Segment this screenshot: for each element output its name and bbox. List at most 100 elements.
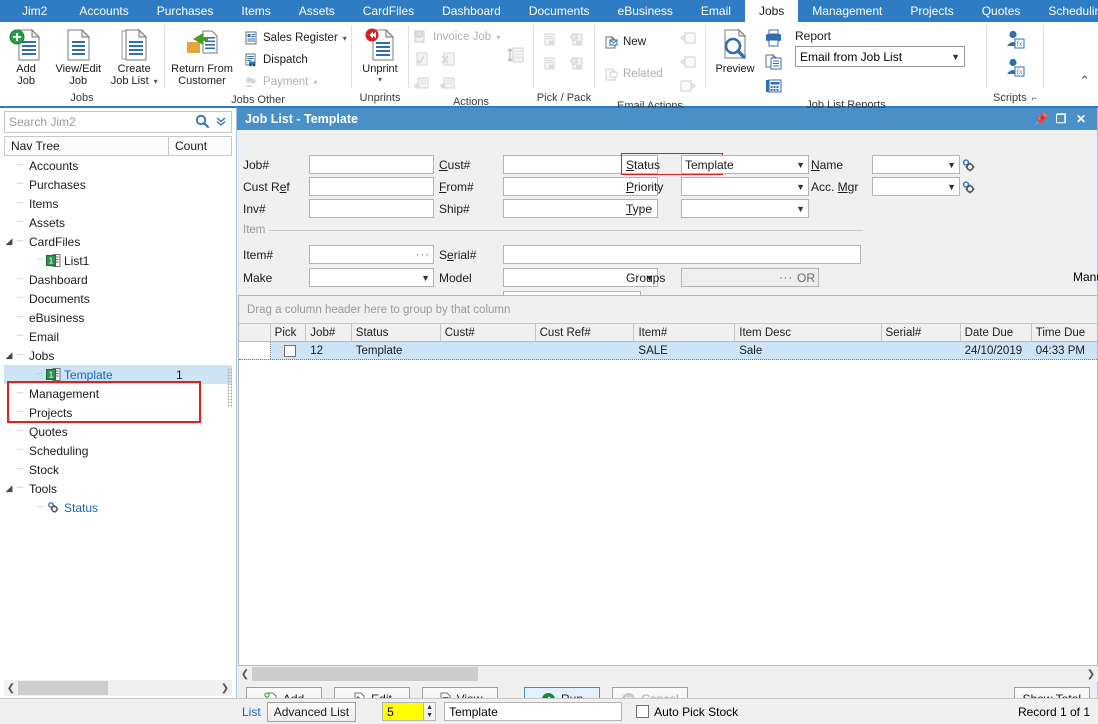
script-user-2-icon[interactable]: fx [1002, 54, 1028, 82]
name-settings-gear-icon[interactable] [960, 158, 976, 172]
report-select[interactable]: Email from Job List ▼ [795, 46, 965, 67]
create-job-list-button[interactable]: Create Job List▾ [104, 25, 164, 88]
script-user-1-icon[interactable]: fx [1002, 26, 1028, 54]
grid-col-cust-no[interactable]: Cust# [441, 324, 536, 341]
advanced-list-button[interactable]: Advanced List [267, 702, 356, 722]
search-box[interactable]: Search Jim2 [4, 111, 232, 133]
input-item-no[interactable]: ··· [309, 245, 434, 264]
scroll-thumb[interactable] [18, 681, 108, 695]
unprint-button[interactable]: Unprint ▾ [352, 25, 408, 84]
close-icon[interactable]: ✕ [1071, 112, 1091, 126]
sidebar-item-email[interactable]: ┄Email [4, 327, 232, 346]
sidebar-item-items[interactable]: ┄Items [4, 194, 232, 213]
tab-jobs[interactable]: Jobs [745, 0, 798, 22]
return-from-customer-button[interactable]: Return From Customer [165, 25, 239, 87]
chevron-down-icon[interactable]: ▼ [943, 160, 956, 170]
expander-collapse-icon[interactable]: ◢ [4, 484, 14, 494]
grid-col-date-due[interactable]: Date Due [961, 324, 1032, 341]
nav-horizontal-scrollbar[interactable]: ❮ ❯ [4, 680, 232, 696]
grid-col-item-no[interactable]: Item# [634, 324, 735, 341]
checkbox-row-service[interactable]: Service [1037, 247, 1098, 261]
sidebar-item-template[interactable]: ┄1Template1 [4, 365, 232, 384]
scroll-left-icon[interactable]: ❮ [238, 669, 252, 680]
chevron-down-icon[interactable]: ▾ [154, 77, 158, 86]
sidebar-item-projects[interactable]: ┄Projects [4, 403, 232, 422]
select-priority[interactable]: ▼ [681, 177, 809, 196]
status-list-link[interactable]: List [236, 705, 267, 719]
tab-assets[interactable]: Assets [285, 0, 349, 22]
tab-scheduling[interactable]: Scheduling [1034, 0, 1098, 22]
sidebar-item-jobs[interactable]: ◢┄Jobs [4, 346, 232, 365]
ribbon-collapse-icon[interactable]: ⌃ [1079, 73, 1090, 91]
input-inv-no[interactable] [309, 199, 434, 218]
grid-cell-pick[interactable] [271, 342, 307, 359]
checkbox-row-manufacturing[interactable]: Manufacturing [1017, 270, 1098, 284]
table-row[interactable]: 12 Template SALE Sale 24/10/2019 04:33 P… [239, 342, 1097, 360]
sidebar-item-assets[interactable]: ┄Assets [4, 213, 232, 232]
view-edit-job-button[interactable]: View/Edit Job [52, 25, 104, 87]
chevron-down-icon[interactable]: ▾ [343, 34, 347, 43]
tab-items[interactable]: Items [227, 0, 284, 22]
sidebar-item-accounts[interactable]: ┄Accounts [4, 156, 232, 175]
auto-pick-stock-checkbox[interactable] [636, 705, 649, 718]
tab-management[interactable]: Management [798, 0, 896, 22]
grid-col-pick[interactable]: Pick [271, 324, 307, 341]
tab-accounts[interactable]: Accounts [65, 0, 142, 22]
email-new-button[interactable]: New [599, 31, 666, 53]
count-stepper[interactable]: ▲▼ [424, 702, 436, 721]
grid-col-job-no[interactable]: Job# [306, 324, 352, 341]
print-preview-icon[interactable] [760, 50, 786, 74]
print-icon[interactable] [760, 26, 786, 50]
input-cust-ref[interactable] [309, 177, 434, 196]
expander-collapse-icon[interactable]: ◢ [4, 351, 14, 361]
tab-projects[interactable]: Projects [896, 0, 967, 22]
sidebar-item-list1[interactable]: ┄1List1 [4, 251, 232, 270]
acc-mgr-settings-gear-icon[interactable] [960, 180, 976, 194]
scroll-track[interactable] [252, 667, 1084, 681]
tab-jim2[interactable]: Jim2 [0, 0, 65, 22]
scroll-thumb[interactable] [252, 667, 478, 681]
checkbox-row-sale[interactable]: Sale [1037, 224, 1098, 238]
tab-quotes[interactable]: Quotes [968, 0, 1035, 22]
dialog-launcher-icon[interactable]: ⌐ [1032, 91, 1037, 106]
grid-group-panel[interactable]: Drag a column header here to group by th… [239, 296, 1097, 324]
tab-purchases[interactable]: Purchases [143, 0, 228, 22]
chevron-down-icon[interactable]: ▼ [792, 204, 805, 214]
select-make[interactable]: ▼ [309, 268, 434, 287]
sidebar-item-management[interactable]: ┄Management [4, 384, 232, 403]
sidebar-item-purchases[interactable]: ┄Purchases [4, 175, 232, 194]
sidebar-item-stock[interactable]: ┄Stock [4, 460, 232, 479]
chevron-double-down-icon[interactable] [215, 115, 227, 130]
restore-icon[interactable]: ❐ [1051, 112, 1071, 126]
input-job-no[interactable] [309, 155, 434, 174]
ellipsis-icon[interactable]: ··· [416, 249, 430, 261]
grid-horizontal-scrollbar[interactable]: ❮ ❯ [238, 666, 1098, 682]
scroll-right-icon[interactable]: ❯ [1084, 669, 1098, 680]
select-status[interactable]: Template▼ [681, 155, 809, 174]
grid-col-status[interactable]: Status [352, 324, 441, 341]
ellipsis-icon[interactable]: ··· [779, 272, 793, 284]
pin-icon[interactable]: 📌 [1031, 112, 1051, 126]
sidebar-item-cardfiles[interactable]: ◢┄CardFiles [4, 232, 232, 251]
grid-col-cust-ref-no[interactable]: Cust Ref# [536, 324, 635, 341]
sidebar-item-documents[interactable]: ┄Documents [4, 289, 232, 308]
grid-col-serial-no[interactable]: Serial# [882, 324, 961, 341]
tab-email[interactable]: Email [687, 0, 745, 22]
chevron-down-icon[interactable]: ▼ [417, 273, 430, 283]
row-pick-checkbox[interactable] [284, 345, 296, 357]
scroll-left-icon[interactable]: ❮ [4, 683, 18, 694]
chevron-down-icon[interactable]: ▼ [943, 182, 956, 192]
dispatch-button[interactable]: Dispatch [239, 49, 350, 71]
chevron-down-icon[interactable]: ▾ [378, 75, 382, 84]
fax-icon[interactable] [760, 74, 786, 98]
stepper-up-icon[interactable]: ▲ [426, 704, 433, 712]
input-serial-no[interactable] [503, 245, 861, 264]
add-job-button[interactable]: Add Job [0, 25, 52, 87]
select-name[interactable]: ▼ [872, 155, 960, 174]
tab-cardfiles[interactable]: CardFiles [349, 0, 428, 22]
tab-ebusiness[interactable]: eBusiness [604, 0, 687, 22]
sidebar-item-tools[interactable]: ◢┄Tools [4, 479, 232, 498]
select-acc-mgr[interactable]: ▼ [872, 177, 960, 196]
tree-splitter-grip[interactable] [227, 368, 232, 408]
sidebar-item-status[interactable]: ┄Status [4, 498, 232, 517]
